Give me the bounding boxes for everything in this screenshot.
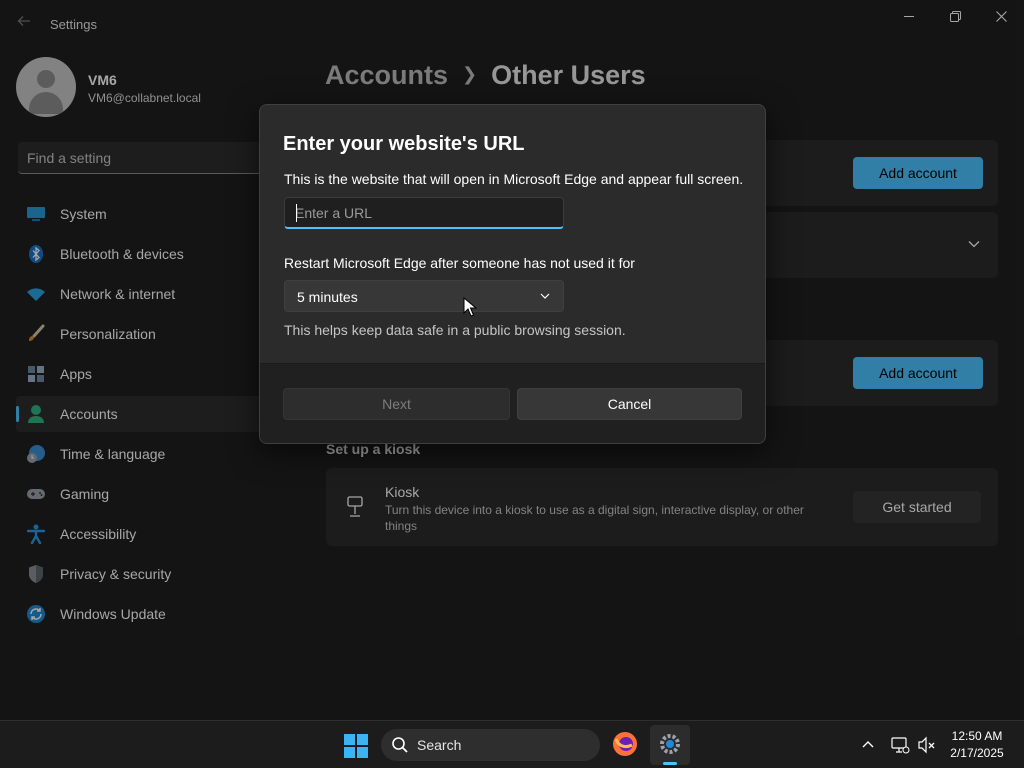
settings-app-icon[interactable] (650, 725, 690, 765)
dialog-title: Enter your website's URL (283, 133, 525, 155)
search-icon (392, 737, 408, 753)
taskbar: Search 12:50 AM 2/17/2025 (0, 720, 1024, 768)
kiosk-url-dialog: Enter your website's URL This is the web… (259, 104, 766, 444)
restart-label: Restart Microsoft Edge after someone has… (284, 255, 635, 271)
next-button[interactable]: Next (283, 388, 510, 420)
restart-timeout-value: 5 minutes (297, 289, 358, 305)
network-status-icon[interactable] (890, 735, 910, 755)
clock-time[interactable]: 12:50 AM (944, 729, 1010, 743)
url-input[interactable] (284, 197, 564, 229)
taskbar-search-label: Search (417, 737, 462, 753)
taskbar-search[interactable]: Search (381, 729, 600, 761)
windows-start-icon[interactable] (343, 733, 369, 759)
dialog-footer: Next Cancel (260, 363, 765, 443)
text-caret (296, 204, 297, 222)
help-text: This helps keep data safe in a public br… (284, 322, 626, 338)
restart-timeout-select[interactable]: 5 minutes (284, 280, 564, 312)
firefox-icon[interactable] (612, 731, 638, 757)
show-hidden-icons-icon[interactable] (860, 737, 876, 753)
clock-date[interactable]: 2/17/2025 (944, 746, 1010, 760)
dialog-description: This is the website that will open in Mi… (284, 171, 744, 187)
mouse-cursor-icon (463, 297, 477, 317)
cancel-button[interactable]: Cancel (517, 388, 742, 420)
chevron-down-icon (540, 293, 550, 299)
volume-muted-icon[interactable] (917, 735, 937, 755)
